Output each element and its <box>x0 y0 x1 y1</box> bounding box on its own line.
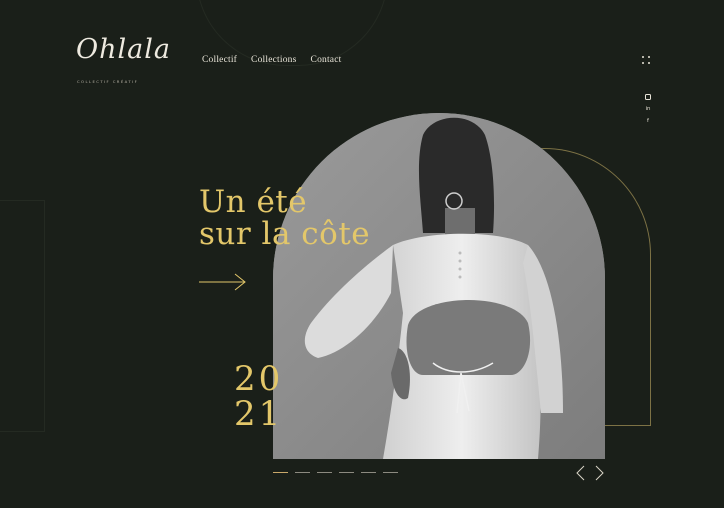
chevron-right-icon[interactable] <box>595 465 605 481</box>
pager-dash[interactable] <box>383 472 398 473</box>
chevron-left-icon[interactable] <box>575 465 585 481</box>
nav-collections[interactable]: Collections <box>251 55 296 65</box>
hero-headline-line1: Un été <box>199 184 308 220</box>
hero-photo-illustration <box>273 113 605 459</box>
hero-headline-line2: sur la côte <box>199 216 371 252</box>
hero-year-bottom: 21 <box>234 394 284 434</box>
pager-dash[interactable] <box>361 472 376 473</box>
facebook-icon[interactable]: f <box>644 118 652 130</box>
hero-headline: Un été sur la côte <box>199 186 370 250</box>
slide-pager <box>273 472 398 473</box>
hero-photo <box>273 113 605 459</box>
linkedin-icon[interactable]: in <box>644 106 652 118</box>
pager-dash[interactable] <box>317 472 332 473</box>
arrow-right-icon[interactable] <box>199 272 247 292</box>
logo-script: Ohlala <box>76 34 171 65</box>
instagram-icon[interactable] <box>644 94 652 106</box>
arch-outline-base <box>604 425 651 426</box>
social-links: in f <box>644 94 652 130</box>
nav-contact[interactable]: Contact <box>311 55 342 65</box>
grid-dots-icon[interactable] <box>642 56 650 65</box>
nav-collectif[interactable]: Collectif <box>202 55 237 65</box>
hero-year: 20 21 <box>234 362 283 432</box>
bg-line <box>0 200 45 432</box>
logo-subtitle: COLLECTIF CRÉATIF <box>77 79 139 84</box>
pager-dash[interactable] <box>273 472 288 473</box>
pager-dash[interactable] <box>339 472 354 473</box>
main-nav: Collectif Collections Contact <box>202 55 341 65</box>
hero-year-top: 20 <box>234 359 284 399</box>
logo[interactable]: Ohlala COLLECTIF CRÉATIF <box>76 30 171 84</box>
pager-dash[interactable] <box>295 472 310 473</box>
